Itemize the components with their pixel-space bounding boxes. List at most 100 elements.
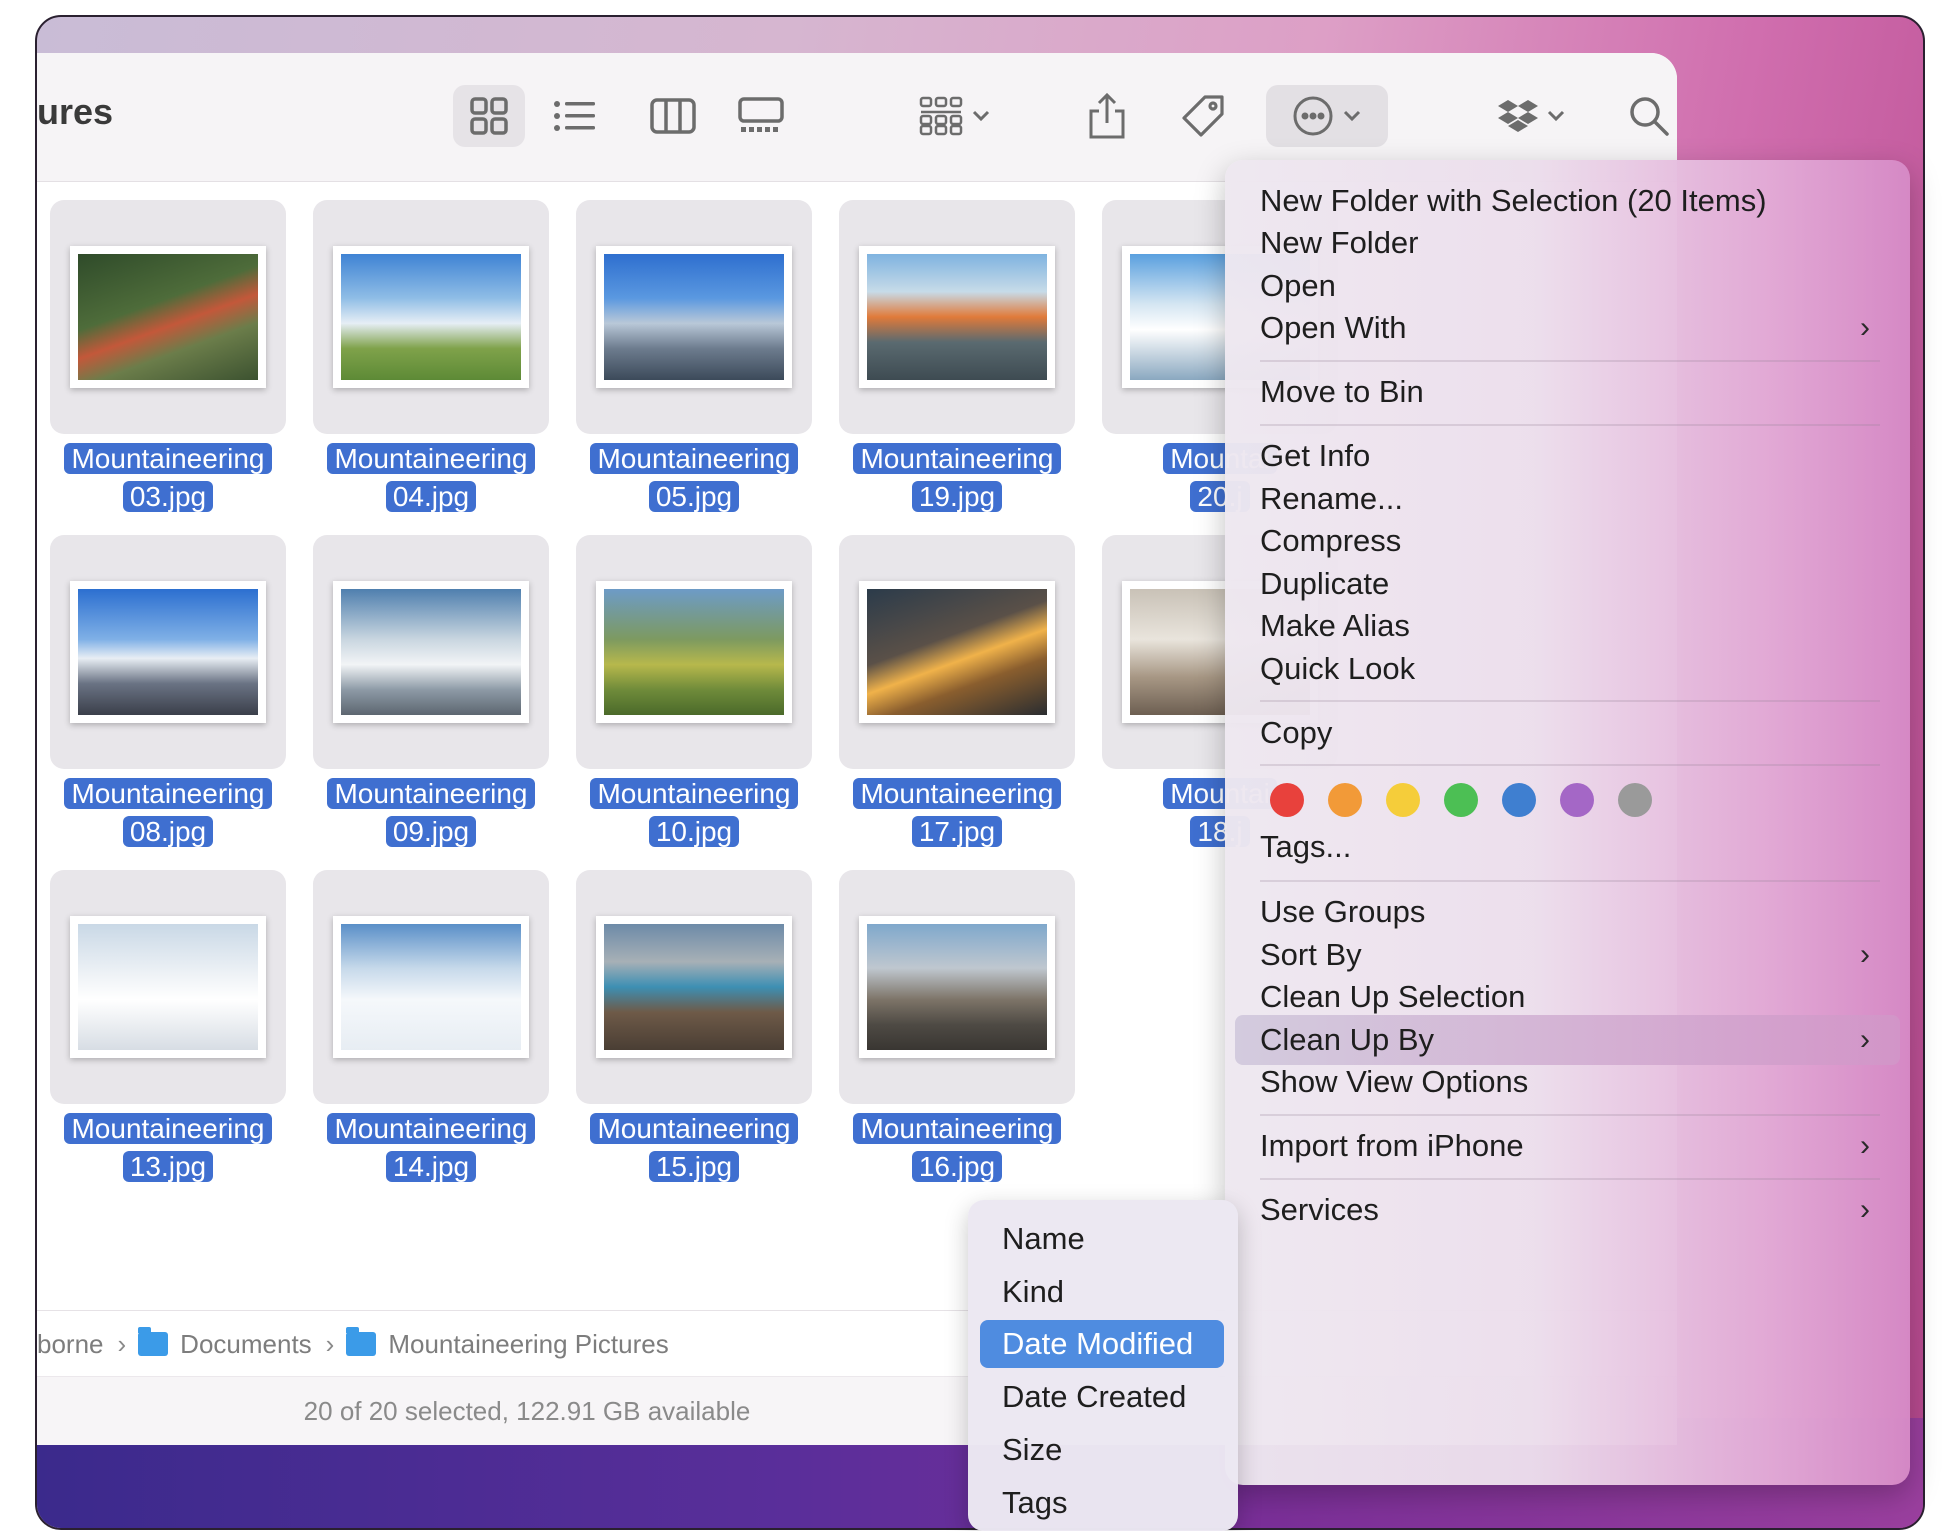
photo-image [604,589,784,715]
gallery-view-icon [738,97,784,132]
list-view-button[interactable] [539,85,611,147]
file-item[interactable] [576,870,812,1104]
file-name[interactable]: Mountaineering 17.jpg [839,775,1075,851]
file-name[interactable]: Mountaineering 08.jpg [50,775,286,851]
tag-color-dot[interactable] [1618,783,1652,817]
icon-view-icon [470,97,508,135]
file-name-line1: Mountaineering [327,1113,535,1144]
file-name-line1: Mountaineering [853,1113,1061,1144]
tag-button[interactable] [1171,85,1235,147]
file-name[interactable]: Mountaineering 04.jpg [313,440,549,516]
file-name[interactable]: Mountaineering 10.jpg [576,775,812,851]
menu-separator [1260,764,1880,766]
file-item[interactable] [50,200,286,434]
file-thumbnail [596,246,792,388]
search-button[interactable] [1617,85,1677,147]
file-name-line2: 19.jpg [911,481,1003,512]
file-thumbnail [859,916,1055,1058]
file-item[interactable] [839,200,1075,434]
file-item[interactable] [839,535,1075,769]
submenu-item-tags[interactable]: Tags [1002,1479,1067,1527]
file-item[interactable] [313,200,549,434]
menu-separator [1260,424,1880,426]
menu-item-label: Services [1260,1192,1379,1227]
menu-item-quick-look[interactable]: Quick Look [1260,644,1880,694]
tag-color-dot[interactable] [1270,783,1304,817]
menu-item-copy[interactable]: Copy [1260,708,1880,758]
file-item[interactable] [50,535,286,769]
file-name[interactable]: Mountaineering 13.jpg [50,1110,286,1186]
tag-color-dot[interactable] [1386,783,1420,817]
file-thumbnail [70,916,266,1058]
submenu-item-date-modified[interactable]: Date Modified [980,1320,1224,1368]
file-item[interactable] [576,535,812,769]
menu-item-open-with[interactable]: Open With › [1260,303,1880,353]
file-item[interactable] [313,535,549,769]
file-name-line2: 04.jpg [385,481,477,512]
menu-item-label: New Folder [1260,225,1419,260]
file-name-line2: 10.jpg [648,816,740,847]
file-item[interactable] [839,870,1075,1104]
menu-item-label: Clean Up Selection [1260,979,1526,1014]
menu-separator [1260,360,1880,362]
group-by-button[interactable] [905,85,1005,147]
more-actions-button[interactable] [1266,85,1388,147]
column-view-button[interactable] [637,85,709,147]
path-item-documents[interactable]: Documents [138,1327,312,1360]
share-button[interactable] [1075,85,1139,147]
dropbox-button[interactable] [1487,85,1577,147]
chevron-down-icon [972,110,990,122]
menu-item-move-to-bin[interactable]: Move to Bin [1260,367,1880,417]
file-name[interactable]: Mountaineering 15.jpg [576,1110,812,1186]
file-thumbnail [333,246,529,388]
menu-item-services[interactable]: Services › [1260,1185,1880,1235]
menu-item-label: Clean Up By [1260,1022,1435,1057]
photo-image [78,589,258,715]
file-item[interactable] [576,200,812,434]
tag-color-dot[interactable] [1444,783,1478,817]
menu-item-label: Make Alias [1260,608,1410,643]
file-item[interactable] [313,870,549,1104]
file-name[interactable]: Mountaineering 03.jpg [50,440,286,516]
file-name[interactable]: Mountaineering 19.jpg [839,440,1075,516]
submenu-item-date-created[interactable]: Date Created [1002,1373,1186,1421]
file-name[interactable]: Mountaineering 09.jpg [313,775,549,851]
submenu-arrow-icon: › [1860,1129,1870,1162]
tag-color-dot[interactable] [1560,783,1594,817]
photo-image [867,924,1047,1050]
file-thumbnail [859,581,1055,723]
file-name-line1: Mountaineering [853,443,1061,474]
menu-item-label: Rename... [1260,481,1404,516]
menu-item-label: New Folder with Selection (20 Items) [1260,183,1767,218]
file-name-line2: 05.jpg [648,481,740,512]
file-item[interactable] [50,870,286,1104]
file-name[interactable]: Mountaineering 16.jpg [839,1110,1075,1186]
more-icon [1293,96,1333,136]
photo-image [604,254,784,380]
submenu-item-size[interactable]: Size [1002,1426,1062,1474]
path-item-mountaineering-pictures[interactable]: Mountaineering Pictures [346,1327,669,1360]
file-name[interactable]: Mountaineering 05.jpg [576,440,812,516]
path-item-home[interactable]: borne [37,1329,104,1360]
submenu-item-kind[interactable]: Kind [1002,1268,1064,1316]
submenu-item-name[interactable]: Name [1002,1215,1085,1263]
file-name[interactable]: Mountaineering 14.jpg [313,1110,549,1186]
file-thumbnail [70,246,266,388]
gallery-view-button[interactable] [725,85,797,147]
tag-color-dot[interactable] [1328,783,1362,817]
menu-item-tags[interactable]: Tags... [1260,822,1880,872]
file-name-line1: Mountaineering [590,778,798,809]
menu-item-label: Compress [1260,523,1402,558]
file-thumbnail [596,581,792,723]
menu-item-label: Show View Options [1260,1064,1529,1099]
menu-item-import-from-iphone[interactable]: Import from iPhone › [1260,1121,1880,1171]
menu-separator [1260,1178,1880,1180]
menu-separator [1260,1114,1880,1116]
clean-up-by-submenu: Name Kind Date Modified Date Created Siz… [968,1200,1238,1531]
menu-item-label: Open [1260,268,1336,303]
submenu-item-label: Kind [1002,1274,1065,1309]
menu-item-label: Tags... [1260,829,1352,864]
tag-color-dot[interactable] [1502,783,1536,817]
menu-item-show-view-options[interactable]: Show View Options [1260,1057,1880,1107]
icon-view-button[interactable] [453,85,525,147]
